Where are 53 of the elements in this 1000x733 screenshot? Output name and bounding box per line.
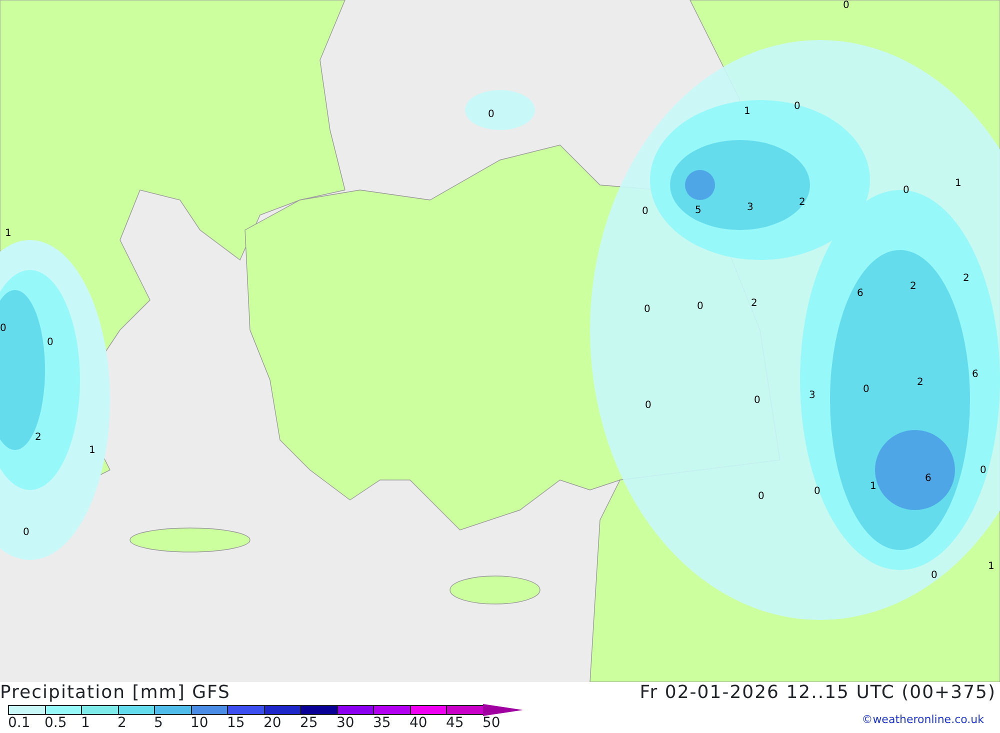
precipitation-value: 1 xyxy=(744,107,750,117)
precipitation-value: 0 xyxy=(931,571,938,581)
precipitation-value: 3 xyxy=(747,203,754,213)
legend-label: 35 xyxy=(373,716,392,731)
legend-label: 25 xyxy=(300,716,319,731)
legend-label: 50 xyxy=(482,716,502,731)
legend-label: 15 xyxy=(227,716,246,731)
legend-label: 30 xyxy=(336,716,356,731)
precipitation-value: 0 xyxy=(754,396,760,406)
map-title: Precipitation [mm] GFS xyxy=(0,682,230,704)
precipitation-value: 1 xyxy=(89,446,96,456)
precipitation-value: 0 xyxy=(814,487,820,497)
precipitation-value: 0 xyxy=(980,466,986,476)
legend-label: 45 xyxy=(446,716,465,731)
precipitation-value: 0 xyxy=(903,186,910,196)
precipitation-value: 0 xyxy=(488,110,494,120)
legend-label: 40 xyxy=(410,716,428,731)
legend-label: 10 xyxy=(190,716,210,731)
precipitation-value: 2 xyxy=(751,299,758,309)
precipitation-value: 0 xyxy=(23,528,30,538)
precipitation-value: 6 xyxy=(925,474,932,484)
precipitation-value: 0 xyxy=(794,102,800,112)
legend-label: 20 xyxy=(264,716,282,731)
precipitation-value: 2 xyxy=(917,378,924,388)
precipitation-value: 1 xyxy=(988,562,994,572)
forecast-datetime: Fr 02-01-2026 12..15 UTC (00+375) xyxy=(640,682,997,704)
legend-arrow-icon xyxy=(482,704,522,716)
precipitation-value: 2 xyxy=(910,282,916,292)
copyright-link[interactable]: ©weatheronline.co.uk xyxy=(862,704,1000,731)
precipitation-value: 1 xyxy=(955,179,962,189)
precipitation-value: 0 xyxy=(758,492,764,502)
precipitation-value: 5 xyxy=(695,206,702,216)
precipitation-value: 0 xyxy=(642,207,648,217)
precipitation-value: 6 xyxy=(972,370,978,380)
precipitation-value: 3 xyxy=(809,391,816,401)
precipitation-value: 0 xyxy=(863,385,870,395)
legend-label: 0.5 xyxy=(44,716,68,731)
precipitation-value: 2 xyxy=(35,433,42,443)
legend-label: 0.1 xyxy=(8,716,32,731)
precipitation-value: 6 xyxy=(857,289,864,299)
precipitation-value: 1 xyxy=(5,229,12,239)
legend-label: 1 xyxy=(81,716,91,731)
precipitation-value: 2 xyxy=(963,274,970,284)
precipitation-value: 0 xyxy=(0,324,6,334)
precipitation-value: 0 xyxy=(697,302,704,312)
precipitation-value: 1 xyxy=(870,482,876,492)
legend-label: 5 xyxy=(154,716,164,731)
legend-label: 2 xyxy=(118,716,128,731)
precipitation-value: 0 xyxy=(47,338,54,348)
precipitation-value: 0 xyxy=(843,1,850,11)
precipitation-value: 0 xyxy=(644,305,650,315)
precipitation-value: 0 xyxy=(645,401,652,411)
precipitation-value: 2 xyxy=(799,198,806,208)
